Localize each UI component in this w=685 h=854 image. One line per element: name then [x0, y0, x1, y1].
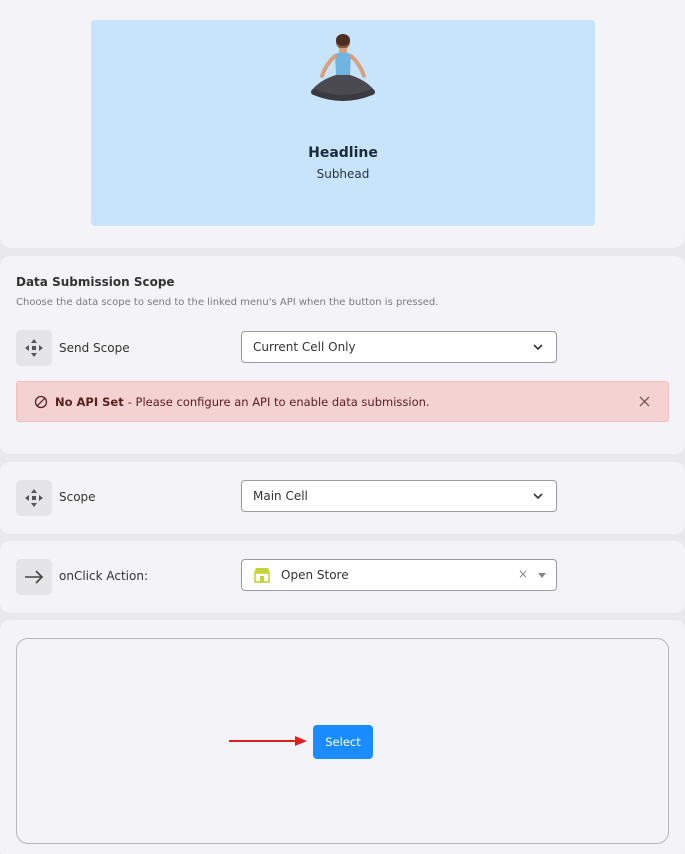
alert-title: No API Set	[55, 394, 124, 409]
headline: Headline	[308, 145, 378, 161]
preview-panel: Select	[0, 620, 685, 854]
onclick-label: onClick Action:	[59, 569, 148, 583]
scope-panel: Scope Main Cell	[0, 462, 685, 534]
hero-panel: Headline Subhead	[0, 0, 685, 248]
chevron-down-icon	[533, 344, 543, 351]
send-scope-label: Send Scope	[59, 341, 130, 355]
clear-selection-button[interactable]: ×	[518, 567, 528, 581]
hero-image	[311, 34, 375, 101]
subhead: Subhead	[316, 167, 370, 181]
section-title: Data Submission Scope	[16, 275, 175, 289]
store-icon	[254, 568, 270, 583]
send-scope-value: Current Cell Only	[253, 340, 356, 354]
move-arrows-icon	[16, 330, 52, 366]
caret-down-icon[interactable]	[538, 573, 546, 578]
preview-frame: Select	[16, 638, 669, 844]
chevron-down-icon	[533, 493, 543, 500]
close-icon[interactable]	[639, 396, 650, 407]
section-description: Choose the data scope to send to the lin…	[16, 297, 439, 308]
onclick-action-value: Open Store	[281, 568, 349, 582]
red-arrow-icon	[229, 736, 307, 746]
onclick-action-select[interactable]: Open Store ×	[241, 559, 557, 591]
scope-label: Scope	[59, 490, 96, 504]
data-submission-scope-panel: Data Submission Scope Choose the data sc…	[0, 256, 685, 454]
no-api-alert: No API Set - Please configure an API to …	[16, 381, 669, 422]
arrow-right-icon	[16, 559, 52, 595]
scope-value: Main Cell	[253, 489, 308, 503]
move-arrows-icon	[16, 480, 52, 516]
select-button[interactable]: Select	[313, 725, 373, 759]
alert-message: - Please configure an API to enable data…	[127, 394, 430, 409]
send-scope-select[interactable]: Current Cell Only	[241, 331, 557, 363]
ban-icon	[34, 395, 48, 408]
hero-banner: Headline Subhead	[91, 20, 595, 226]
onclick-panel: onClick Action: Open Store ×	[0, 541, 685, 613]
scope-select[interactable]: Main Cell	[241, 480, 557, 512]
